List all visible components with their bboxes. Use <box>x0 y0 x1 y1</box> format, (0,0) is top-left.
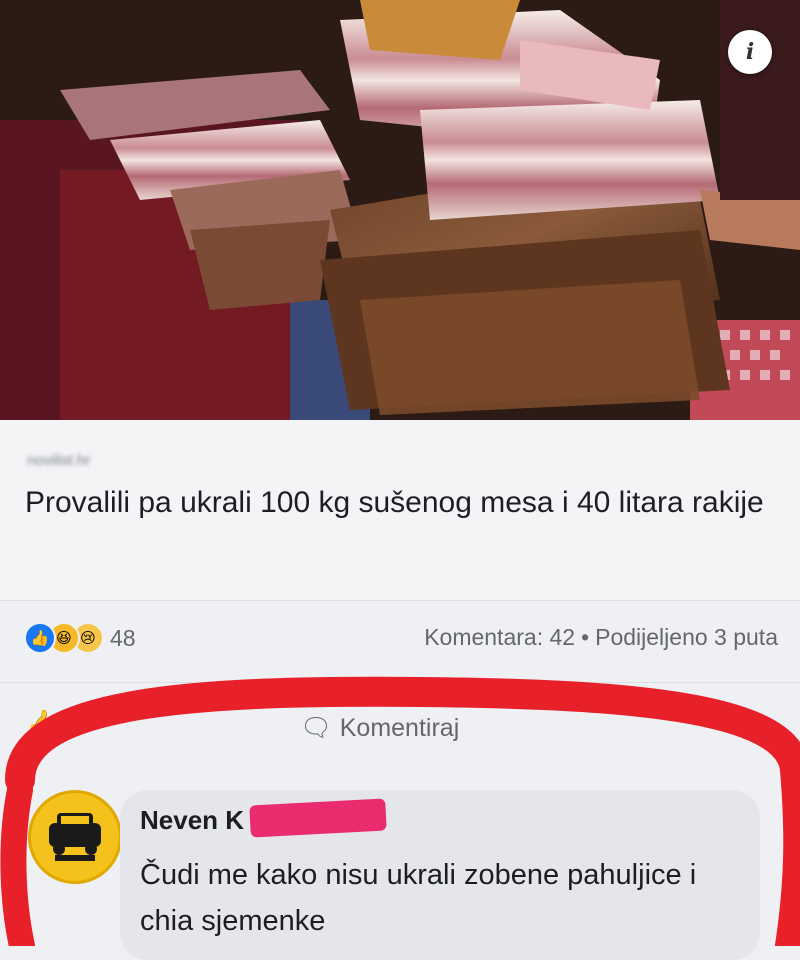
comment-button[interactable]: 🗨 Komentiraj <box>300 714 459 743</box>
info-icon[interactable]: i <box>728 30 772 74</box>
comment-button-label: Komentiraj <box>339 714 460 742</box>
comment-count[interactable]: Komentara: 42 <box>424 624 575 650</box>
link-source: novilist.hr <box>27 452 91 469</box>
like-icon: 👍 <box>24 622 56 654</box>
comment-text: Čudi me kako nisu ukrali zobene pahuljic… <box>140 859 697 937</box>
comment-author[interactable]: Neven K <box>140 805 244 836</box>
reactions-summary[interactable]: 👍 😆 😢 48 <box>24 622 136 654</box>
taxi-icon <box>49 813 101 861</box>
share-count[interactable]: Podijeljeno 3 puta <box>595 624 778 650</box>
like-button[interactable]: 👍 <box>26 708 58 739</box>
comment-icon: 🗨 <box>300 714 332 742</box>
post-photo[interactable]: i <box>0 0 800 420</box>
post-headline[interactable]: Provalili pa ukrali 100 kg sušenog mesa … <box>25 482 785 524</box>
separator-dot: • <box>581 624 590 650</box>
reaction-count: 48 <box>110 624 136 651</box>
avatar[interactable] <box>28 790 122 884</box>
engagement-counts[interactable]: Komentara: 42 • Podijeljeno 3 puta <box>424 624 778 651</box>
